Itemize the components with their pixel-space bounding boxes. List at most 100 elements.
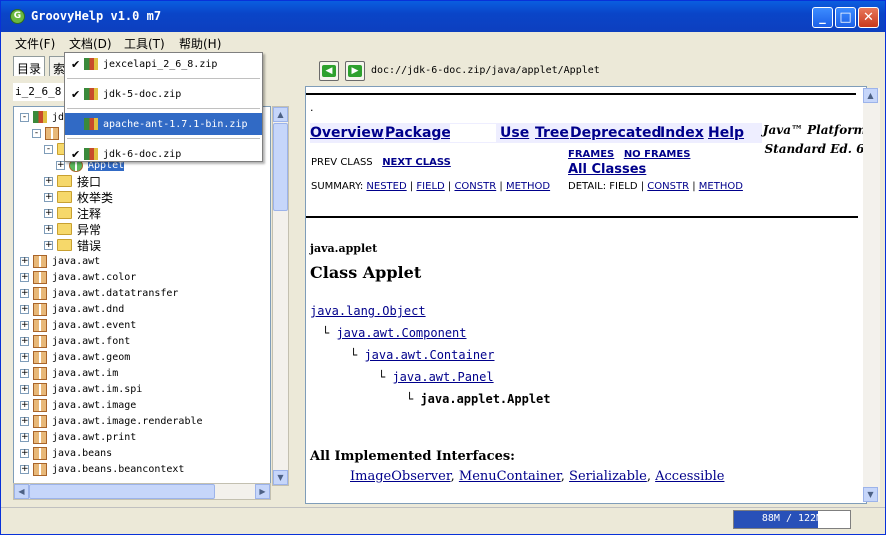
hscroll-thumb[interactable]: [29, 484, 215, 499]
nav-link-overview[interactable]: Overview: [310, 125, 384, 141]
expand-icon[interactable]: +: [20, 400, 29, 410]
title-bar[interactable]: G GroovyHelp v1.0 m7 _ □ ✕: [1, 1, 885, 32]
nav-link-tree[interactable]: Tree: [535, 125, 569, 141]
content-scroll-down-icon[interactable]: ▼: [863, 487, 878, 502]
package-icon: [33, 350, 47, 364]
inheritance-row: └ java.awt.Component: [322, 326, 467, 340]
nav-link-index[interactable]: Index: [660, 125, 704, 141]
expand-icon[interactable]: +: [20, 256, 29, 266]
expand-icon[interactable]: +: [20, 448, 29, 458]
next-class-link[interactable]: NEXT CLASS: [382, 157, 451, 168]
tree-row[interactable]: + 异常: [44, 221, 101, 237]
frames-link[interactable]: FRAMES: [568, 149, 614, 160]
menu-file[interactable]: 文件(F): [15, 35, 55, 52]
inheritance-link[interactable]: java.lang.Object: [310, 304, 426, 318]
nav-link-help[interactable]: Help: [708, 125, 744, 141]
menu-docs[interactable]: 文档(D): [69, 35, 112, 52]
tree-row[interactable]: + java.awt.image: [20, 397, 136, 413]
expand-icon[interactable]: -: [20, 112, 29, 122]
tree-row[interactable]: + java.awt.dnd: [20, 301, 124, 317]
detail-link-constr[interactable]: CONSTR: [647, 181, 689, 192]
expand-icon[interactable]: +: [20, 464, 29, 474]
docs-dropdown-menu[interactable]: ✔ jexcelapi_2_6_8.zip ✔ jdk-5-doc.zip apache…: [64, 52, 263, 162]
tree-row[interactable]: + java.awt.event: [20, 317, 136, 333]
scroll-right-icon[interactable]: ▶: [255, 484, 270, 499]
tree-label: java.awt.geom: [52, 351, 131, 363]
inheritance-link[interactable]: java.awt.Panel: [392, 370, 493, 384]
expand-icon[interactable]: +: [44, 208, 53, 218]
summary-link-field[interactable]: FIELD: [416, 181, 444, 192]
expand-icon[interactable]: +: [44, 192, 53, 202]
menu-help[interactable]: 帮助(H): [179, 35, 221, 52]
expand-icon[interactable]: +: [20, 336, 29, 346]
expand-icon[interactable]: +: [44, 224, 53, 234]
tree-row[interactable]: + java.awt.image.renderable: [20, 413, 203, 429]
close-button[interactable]: ✕: [858, 7, 879, 28]
nav-link-package[interactable]: Package: [385, 125, 451, 141]
maximize-button[interactable]: □: [835, 7, 856, 28]
expand-icon[interactable]: +: [44, 240, 53, 250]
tree-row[interactable]: + 枚举类: [44, 189, 113, 205]
inheritance-link[interactable]: java.awt.Container: [364, 348, 494, 362]
tree-row[interactable]: + 错误: [44, 237, 101, 253]
package-icon: [33, 382, 47, 396]
all-classes-link[interactable]: All Classes: [568, 162, 646, 177]
forward-button[interactable]: ▶: [345, 61, 365, 81]
content-scroll-up-icon[interactable]: ▲: [863, 88, 878, 103]
expand-icon[interactable]: +: [20, 384, 29, 394]
summary-link-nested[interactable]: NESTED: [366, 181, 406, 192]
tree-branch-icon: └: [406, 392, 421, 406]
tree-row[interactable]: + java.awt.im: [20, 365, 118, 381]
tree-horizontal-scrollbar[interactable]: ◀ ▶: [13, 483, 271, 500]
summary-link-constr[interactable]: CONSTR: [454, 181, 496, 192]
menu-tools[interactable]: 工具(T): [124, 35, 165, 52]
expand-icon[interactable]: -: [44, 144, 53, 154]
tab-contents[interactable]: 目录: [13, 56, 46, 76]
interface-link[interactable]: ImageObserver: [350, 469, 451, 484]
detail-link-method[interactable]: METHOD: [699, 181, 743, 192]
dropdown-item[interactable]: ✔ jdk-5-doc.zip: [65, 83, 262, 105]
tree-row[interactable]: + java.awt.im.spi: [20, 381, 142, 397]
tree-row[interactable]: + java.awt: [20, 253, 100, 269]
expand-icon[interactable]: +: [20, 288, 29, 298]
frames-nav: FRAMES NO FRAMES: [568, 149, 690, 160]
expand-icon[interactable]: +: [44, 176, 53, 186]
content-vertical-scrollbar[interactable]: ▲ ▼: [863, 88, 880, 502]
tree-row[interactable]: + java.awt.geom: [20, 349, 130, 365]
scroll-up-icon[interactable]: ▲: [273, 107, 288, 122]
expand-icon[interactable]: +: [20, 272, 29, 282]
tree-vertical-scrollbar[interactable]: ▲ ▼: [272, 106, 289, 486]
address-bar[interactable]: doc://jdk-6-doc.zip/java/applet/Applet: [371, 65, 600, 76]
nav-link-use[interactable]: Use: [500, 125, 529, 141]
dropdown-item[interactable]: ✔ jdk-6-doc.zip: [65, 143, 262, 165]
expand-icon[interactable]: +: [20, 416, 29, 426]
tree-row[interactable]: + java.beans: [20, 445, 112, 461]
tree-row[interactable]: + java.beans.beancontext: [20, 461, 184, 477]
interface-link[interactable]: Serializable: [569, 469, 647, 484]
expand-icon[interactable]: +: [20, 368, 29, 378]
interface-link[interactable]: Accessible: [655, 469, 724, 484]
scroll-thumb[interactable]: [273, 123, 288, 211]
tree-row[interactable]: + java.awt.datatransfer: [20, 285, 178, 301]
tree-row[interactable]: + java.awt.print: [20, 429, 136, 445]
back-button[interactable]: ◀: [319, 61, 339, 81]
tree-row[interactable]: + java.awt.font: [20, 333, 130, 349]
minimize-button[interactable]: _: [812, 7, 833, 28]
dropdown-item[interactable]: apache-ant-1.7.1-bin.zip: [65, 113, 262, 135]
expand-icon[interactable]: +: [20, 432, 29, 442]
expand-icon[interactable]: +: [20, 352, 29, 362]
inheritance-link[interactable]: java.awt.Component: [336, 326, 466, 340]
summary-link-method[interactable]: METHOD: [506, 181, 550, 192]
expand-icon[interactable]: -: [32, 128, 41, 138]
scroll-down-icon[interactable]: ▼: [273, 470, 288, 485]
tree-row[interactable]: + 接口: [44, 173, 101, 189]
scroll-left-icon[interactable]: ◀: [14, 484, 29, 499]
nav-link-deprecated[interactable]: Deprecated: [570, 125, 662, 141]
expand-icon[interactable]: +: [20, 320, 29, 330]
tree-row[interactable]: + java.awt.color: [20, 269, 136, 285]
expand-icon[interactable]: +: [20, 304, 29, 314]
no-frames-link[interactable]: NO FRAMES: [624, 149, 691, 160]
interface-link[interactable]: MenuContainer: [459, 469, 561, 484]
dropdown-item[interactable]: ✔ jexcelapi_2_6_8.zip: [65, 53, 262, 75]
tree-row[interactable]: + 注释: [44, 205, 101, 221]
